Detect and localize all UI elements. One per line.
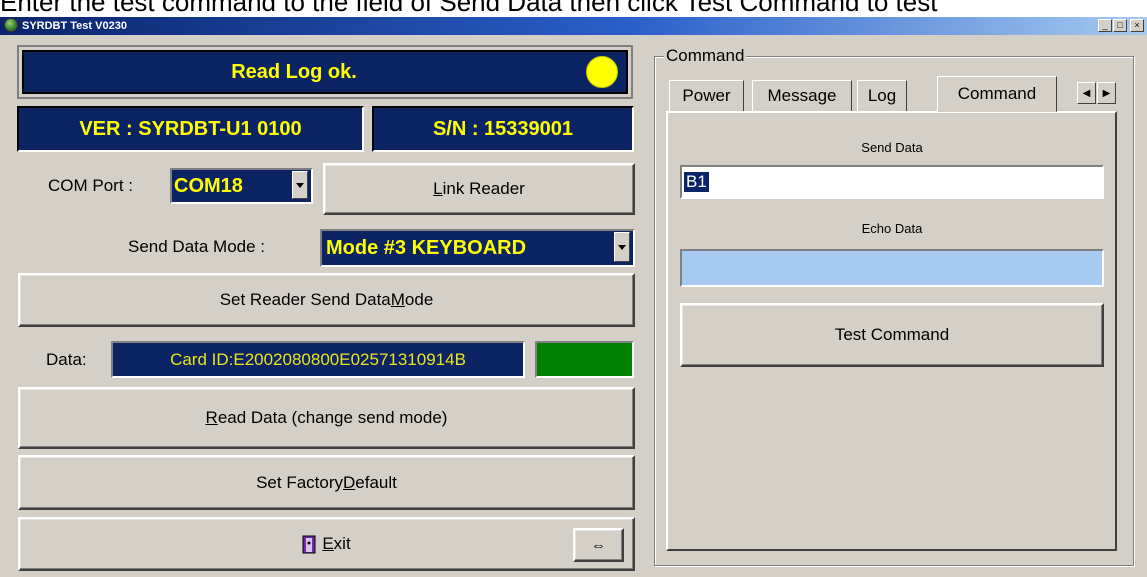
send-mode-dropdown-button[interactable] — [614, 232, 630, 262]
exit-label: xit — [333, 534, 351, 553]
send-mode-select[interactable]: Mode #3 KEYBOARD — [320, 229, 635, 267]
exit-door-icon — [302, 535, 316, 554]
maximize-button[interactable]: □ — [1113, 19, 1127, 32]
com-port-value: COM18 — [174, 174, 243, 197]
chevron-down-icon — [618, 245, 626, 250]
com-port-label: COM Port : — [48, 176, 134, 195]
read-data-accelerator: R — [205, 408, 218, 427]
toggle-button[interactable]: ⇔ — [573, 528, 624, 562]
read-data-label: ead Data (change send mode) — [217, 408, 448, 427]
link-reader-accelerator: L — [433, 179, 443, 198]
factory-default-label: efault — [355, 472, 397, 492]
tab-scroll-left-button[interactable]: ◀ — [1077, 82, 1096, 104]
send-data-input[interactable]: B1 — [680, 165, 1104, 199]
factory-default-label-pre: Set Factory — [256, 472, 344, 492]
chevron-down-icon — [296, 183, 304, 188]
app-icon — [4, 18, 18, 32]
serial-display: S/N : 15339001 — [372, 106, 634, 152]
tab-command[interactable]: Command — [937, 76, 1057, 112]
tab-scroll-right-button[interactable]: ▶ — [1097, 82, 1116, 104]
status-display: Read Log ok. — [22, 50, 628, 94]
tab-power[interactable]: Power — [669, 80, 744, 112]
data-label: Data: — [46, 350, 87, 369]
set-send-mode-label-pre: Set Reader Send Data — [219, 290, 391, 309]
com-port-dropdown-button[interactable] — [292, 171, 308, 199]
instruction-text: Enter the test command to the field of S… — [0, 0, 1147, 18]
link-reader-label: ink Reader — [442, 179, 525, 198]
data-value-field: Card ID:E2002080800E02571310914B — [111, 341, 525, 378]
set-send-mode-button[interactable]: Set Reader Send Data Mode — [18, 273, 635, 327]
version-display: VER : SYRDBT-U1 0100 — [17, 106, 364, 152]
command-group-label: Command — [664, 46, 747, 66]
send-data-value: B1 — [684, 172, 709, 192]
echo-data-label: Echo Data — [861, 221, 923, 236]
read-data-button[interactable]: Read Data (change send mode) — [18, 387, 635, 449]
data-indicator — [535, 341, 634, 378]
window-title: SYRDBT Test V0230 — [22, 20, 127, 32]
send-data-label: Send Data — [861, 140, 923, 155]
exit-accelerator: E — [322, 534, 334, 553]
tab-message[interactable]: Message — [752, 80, 852, 112]
status-led-icon — [586, 56, 618, 88]
send-mode-label: Send Data Mode : — [128, 237, 266, 256]
link-reader-button[interactable]: Link Reader — [323, 163, 635, 215]
status-panel: Read Log ok. — [17, 45, 633, 99]
status-message: Read Log ok. — [231, 61, 357, 83]
set-send-mode-accelerator: M — [390, 290, 405, 309]
triangle-left-icon: ◀ — [1082, 87, 1091, 99]
exit-button[interactable]: Exit — [18, 517, 635, 571]
set-send-mode-label: ode — [404, 290, 434, 309]
triangle-right-icon: ▶ — [1102, 87, 1111, 99]
com-port-select[interactable]: COM18 — [170, 168, 313, 204]
test-command-button[interactable]: Test Command — [680, 303, 1104, 367]
send-mode-value: Mode #3 KEYBOARD — [326, 236, 527, 259]
minimize-button[interactable]: _ — [1098, 19, 1112, 32]
factory-default-accelerator: D — [343, 472, 356, 492]
tab-log[interactable]: Log — [857, 80, 907, 112]
factory-default-button[interactable]: Set Factory Default — [18, 455, 635, 510]
close-button[interactable]: × — [1130, 19, 1144, 32]
title-bar[interactable]: SYRDBT Test V0230 _ □ × — [0, 17, 1147, 35]
echo-data-field — [680, 249, 1104, 287]
